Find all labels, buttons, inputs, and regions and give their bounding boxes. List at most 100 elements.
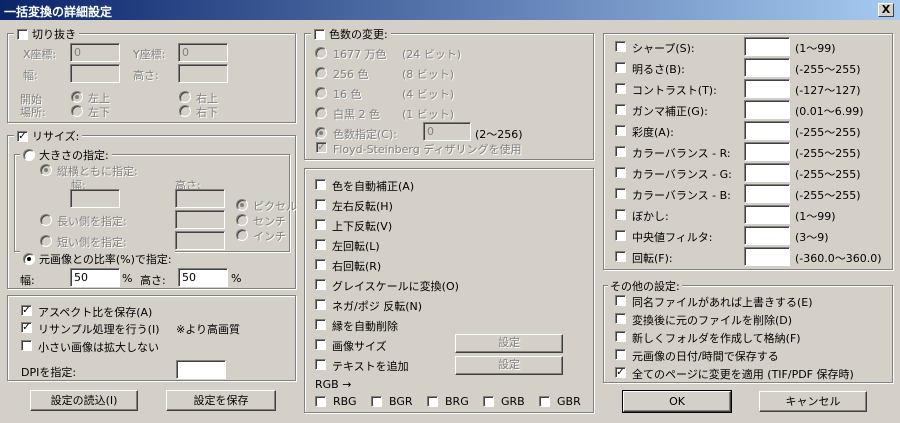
- short-side-input[interactable]: [175, 231, 225, 250]
- color-spec-label: 色数指定(C):: [333, 128, 397, 141]
- resize-w-input[interactable]: [70, 189, 120, 208]
- bgr-checkbox[interactable]: [371, 396, 382, 407]
- colors-checkbox[interactable]: [314, 28, 325, 40]
- radio-bottom-right[interactable]: [179, 105, 191, 117]
- adjust-label: 明るさ(B):: [632, 63, 685, 76]
- color-spec-input[interactable]: 0: [423, 122, 471, 141]
- rotate-left-checkbox[interactable]: [315, 239, 326, 250]
- resize-h-input[interactable]: [175, 189, 225, 208]
- load-settings-button[interactable]: 設定の読込(I): [30, 390, 138, 411]
- brg-checkbox[interactable]: [427, 396, 438, 407]
- radio-c1677[interactable]: [315, 47, 327, 59]
- auto-color-checkbox[interactable]: [315, 179, 326, 190]
- ok-button[interactable]: OK: [622, 390, 732, 413]
- rotate-right-checkbox[interactable]: [315, 259, 326, 270]
- flip-v-checkbox[interactable]: [315, 219, 326, 230]
- radio-top-right[interactable]: [179, 91, 191, 103]
- no-enlarge-checkbox[interactable]: [21, 340, 32, 351]
- save-settings-button[interactable]: 設定を保存: [166, 390, 276, 411]
- radio-unit-pixel[interactable]: [236, 199, 248, 211]
- image-size-settings-button[interactable]: 設定: [455, 334, 563, 353]
- auto-trim-checkbox[interactable]: [315, 319, 326, 330]
- resize-checkbox[interactable]: ✓: [17, 130, 28, 142]
- adjust-checkbox[interactable]: [615, 125, 626, 136]
- all-pages-checkbox[interactable]: ✓: [615, 367, 626, 378]
- adjust-checkbox[interactable]: [615, 83, 626, 94]
- radio-long-side[interactable]: [40, 214, 52, 226]
- delete-orig-checkbox[interactable]: [615, 313, 626, 324]
- radio-unit-inch[interactable]: [236, 229, 248, 241]
- cancel-button[interactable]: キャンセル: [759, 391, 867, 412]
- adjust-range: (1〜99): [795, 42, 836, 55]
- close-button[interactable]: X: [878, 3, 894, 17]
- radio-ratio-spec[interactable]: [23, 253, 35, 265]
- radio-top-left[interactable]: [71, 91, 83, 103]
- radio-color-spec[interactable]: [315, 127, 327, 139]
- radio-unit-cm[interactable]: [236, 214, 248, 226]
- x-coord-input[interactable]: 0: [70, 43, 120, 62]
- dpi-input[interactable]: [176, 360, 226, 379]
- adjust-input[interactable]: [744, 247, 790, 266]
- crop-width-input[interactable]: [70, 64, 120, 83]
- radio-c16[interactable]: [315, 87, 327, 99]
- grb-checkbox[interactable]: [483, 396, 494, 407]
- adjust-checkbox[interactable]: [615, 251, 626, 262]
- nega-posi-checkbox[interactable]: [315, 299, 326, 310]
- radio-bottom-left[interactable]: [71, 105, 83, 117]
- new-folder-checkbox[interactable]: [615, 331, 626, 342]
- adjust-checkbox[interactable]: [615, 62, 626, 73]
- adjust-checkbox[interactable]: [615, 167, 626, 178]
- unit-cm-label: センチ: [253, 215, 286, 228]
- overwrite-checkbox[interactable]: [615, 295, 626, 306]
- long-side-input[interactable]: [175, 210, 225, 229]
- c2-bits: (1 ビット): [402, 108, 455, 121]
- crop-checkbox[interactable]: [17, 28, 28, 40]
- radio-keep-wh[interactable]: [40, 164, 52, 176]
- adjust-input[interactable]: [744, 121, 790, 140]
- keep-date-checkbox[interactable]: [615, 349, 626, 360]
- flip-h-checkbox[interactable]: [315, 199, 326, 210]
- adjust-input[interactable]: [744, 163, 790, 182]
- ratio-h-input[interactable]: 50: [178, 268, 228, 287]
- adjust-range: (-255〜255): [795, 147, 861, 160]
- grayscale-checkbox[interactable]: [315, 279, 326, 290]
- adjust-input[interactable]: [744, 100, 790, 119]
- radio-c256[interactable]: [315, 67, 327, 79]
- adjust-input[interactable]: [744, 226, 790, 245]
- resample-checkbox[interactable]: ✓: [21, 322, 32, 333]
- adjust-input[interactable]: [744, 58, 790, 77]
- add-text-settings-button[interactable]: 設定: [455, 356, 563, 375]
- size-spec-header: 大きさの指定:: [20, 147, 112, 163]
- keep-aspect-checkbox[interactable]: ✓: [21, 305, 32, 316]
- adjust-input[interactable]: [744, 184, 790, 203]
- rbg-checkbox[interactable]: [315, 396, 326, 407]
- adjust-checkbox[interactable]: [615, 230, 626, 241]
- crop-header: 切り抜き: [14, 26, 79, 42]
- radio-size-spec[interactable]: [23, 149, 35, 161]
- adjust-input[interactable]: [744, 79, 790, 98]
- adjust-label: 中央値フィルタ:: [632, 231, 713, 244]
- add-text-checkbox[interactable]: [315, 359, 326, 370]
- image-size-checkbox[interactable]: [315, 339, 326, 350]
- floyd-checkbox[interactable]: ✓: [316, 142, 327, 153]
- adjust-label: カラーバランス - G:: [632, 168, 732, 181]
- adjust-input[interactable]: [744, 205, 790, 224]
- adjust-checkbox[interactable]: [615, 104, 626, 115]
- ratio-h-label: 高さ:: [140, 274, 166, 287]
- adjust-checkbox[interactable]: [615, 209, 626, 220]
- radio-c2[interactable]: [315, 107, 327, 119]
- adjust-checkbox[interactable]: [615, 41, 626, 52]
- adjust-range: (-255〜255): [795, 189, 861, 202]
- resize-header: ✓ リサイズ:: [14, 128, 83, 144]
- gbr-checkbox[interactable]: [539, 396, 550, 407]
- adjust-checkbox[interactable]: [615, 146, 626, 157]
- ratio-w-input[interactable]: 50: [70, 268, 120, 287]
- colors-label: 色数の変更:: [329, 28, 388, 41]
- y-coord-input[interactable]: 0: [178, 43, 228, 62]
- radio-short-side[interactable]: [40, 235, 52, 247]
- crop-height-input[interactable]: [178, 64, 228, 83]
- adjust-input[interactable]: [744, 37, 790, 56]
- size-spec-group: [14, 154, 290, 252]
- adjust-input[interactable]: [744, 142, 790, 161]
- adjust-checkbox[interactable]: [615, 188, 626, 199]
